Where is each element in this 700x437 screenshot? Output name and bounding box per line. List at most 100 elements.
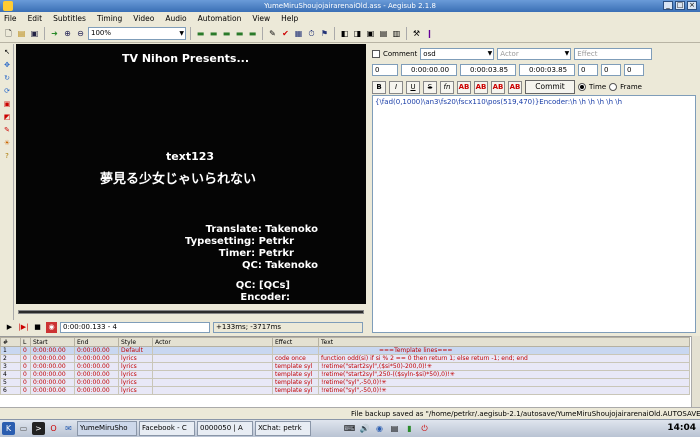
clip-tool-icon[interactable]: ◩ <box>2 112 12 122</box>
menu-help[interactable]: Help <box>281 12 298 25</box>
play-line-icon[interactable]: |▶| <box>18 322 29 333</box>
grid-scrollbar[interactable] <box>691 336 700 407</box>
margin-left-field[interactable]: 0 <box>578 64 598 76</box>
jump-to-icon[interactable]: ➜ <box>49 28 60 39</box>
table-row[interactable]: 3 0 0:00:00.00 0:00:00.00 lyrics template syl… <box>0 362 690 371</box>
grid-header-start[interactable]: Start <box>30 337 75 347</box>
grid-header-style[interactable]: Style <box>118 337 153 347</box>
menu-edit[interactable]: Edit <box>28 12 43 25</box>
new-file-icon[interactable]: 🗋 <box>3 28 14 39</box>
snap-start-icon[interactable]: ◧ <box>339 28 350 39</box>
snap-video-icon[interactable]: ▣ <box>365 28 376 39</box>
table-row[interactable]: 1 0 0:00:00.00 0:00:00.00 Default ===Template… <box>0 346 690 355</box>
grid-header-end[interactable]: End <box>74 337 119 347</box>
maximize-icon[interactable]: □ <box>675 1 685 10</box>
comment-checkbox[interactable] <box>372 50 380 58</box>
drag-tool-icon[interactable]: ✥ <box>2 60 12 70</box>
frame-radio[interactable] <box>609 83 618 91</box>
menu-timing[interactable]: Timing <box>97 12 122 25</box>
clipboard-icon[interactable]: ▤ <box>388 422 401 435</box>
layer-spinner[interactable]: 0 <box>372 64 398 76</box>
outline-color-button[interactable]: AB <box>491 80 505 94</box>
clock[interactable]: 14:04 <box>667 423 696 433</box>
end-time-field[interactable]: 0:00:03.85 <box>460 64 516 76</box>
menu-video[interactable]: Video <box>133 12 154 25</box>
timing-post-processor-icon[interactable]: ⏱ <box>306 28 317 39</box>
resample-icon[interactable]: ▦ <box>293 28 304 39</box>
terminal-icon[interactable]: > <box>32 422 45 435</box>
grid-header-actor[interactable]: Actor <box>152 337 273 347</box>
help-icon[interactable]: ? <box>2 151 12 161</box>
play-icon[interactable]: ▶ <box>4 322 15 333</box>
desktop-icon[interactable]: ▭ <box>17 422 30 435</box>
zoom-in-icon[interactable]: ⊕ <box>62 28 73 39</box>
close-icon[interactable]: × <box>687 1 697 10</box>
attachments-icon[interactable]: ▬ <box>221 28 232 39</box>
task-xchat[interactable]: XChat: petrk <box>255 421 311 436</box>
snap-end-icon[interactable]: ◨ <box>352 28 363 39</box>
kanji-timer-icon[interactable]: ⚑ <box>319 28 330 39</box>
table-row[interactable]: 5 0 0:00:00.00 0:00:00.00 lyrics template syl… <box>0 378 690 387</box>
fonts-collector-icon[interactable]: ▬ <box>234 28 245 39</box>
grid-header-text[interactable]: Text <box>318 337 690 347</box>
save-icon[interactable]: ▣ <box>29 28 40 39</box>
video-display[interactable]: TV Nihon Presents... text123 夢見る少女じゃいられな… <box>16 44 366 304</box>
task-aegisub[interactable]: YumeMiruSho <box>77 421 137 436</box>
stereo-icon[interactable]: ❙ <box>424 28 435 39</box>
properties-icon[interactable]: ▬ <box>208 28 219 39</box>
shift-to-frame-icon[interactable]: ▥ <box>391 28 402 39</box>
time-radio[interactable] <box>578 83 586 91</box>
subtitle-text-editor[interactable]: {\fad(0,1000)\an3\fs20\fscx110\pos(519,4… <box>372 95 696 333</box>
menu-file[interactable]: File <box>4 12 17 25</box>
options-icon[interactable]: ⚒ <box>411 28 422 39</box>
seek-track[interactable] <box>18 310 364 314</box>
keyboard-layout-icon[interactable]: ⌨ <box>343 422 356 435</box>
font-button[interactable]: fn <box>440 80 454 94</box>
grid-header-effect[interactable]: Effect <box>272 337 319 347</box>
grid-header-number[interactable]: # <box>0 337 21 347</box>
margin-right-field[interactable]: 0 <box>601 64 621 76</box>
strikeout-button[interactable]: S <box>423 80 437 94</box>
standard-tool-icon[interactable]: ↖ <box>2 47 12 57</box>
power-icon[interactable]: ⏻ <box>418 422 431 435</box>
shadow-color-button[interactable]: AB <box>508 80 522 94</box>
thunderbird-icon[interactable]: ✉ <box>62 422 75 435</box>
kde-menu-icon[interactable]: K <box>2 422 15 435</box>
rotate-xy-tool-icon[interactable]: ⟳ <box>2 86 12 96</box>
task-document[interactable]: 0000050 | A <box>197 421 253 436</box>
translation-icon[interactable]: ✎ <box>267 28 278 39</box>
grid-header-layer[interactable]: L <box>20 337 31 347</box>
start-time-field[interactable]: 0:00:00.00 <box>401 64 457 76</box>
menu-automation[interactable]: Automation <box>198 12 242 25</box>
styles-manager-icon[interactable]: ▬ <box>195 28 206 39</box>
video-time-field[interactable]: 0:00:00.133 - 4 <box>60 322 210 333</box>
bold-button[interactable]: B <box>372 80 386 94</box>
menu-subtitles[interactable]: Subtitles <box>53 12 86 25</box>
task-facebook[interactable]: Facebook - C <box>139 421 195 436</box>
minimize-icon[interactable]: _ <box>663 1 673 10</box>
table-row[interactable]: 2 0 0:00:00.00 0:00:00.00 lyrics code once fun… <box>0 354 690 363</box>
window-titlebar[interactable]: YumeMiruShoujojairarenaiOld.ass - Aegisu… <box>0 0 700 12</box>
rotate-z-tool-icon[interactable]: ↻ <box>2 73 12 83</box>
vector-clip-tool-icon[interactable]: ✎ <box>2 125 12 135</box>
opera-icon[interactable]: O <box>47 422 60 435</box>
italic-button[interactable]: I <box>389 80 403 94</box>
table-row[interactable]: 4 0 0:00:00.00 0:00:00.00 lyrics template syl… <box>0 370 690 379</box>
primary-color-button[interactable]: AB <box>457 80 471 94</box>
underline-button[interactable]: U <box>406 80 420 94</box>
realtime-icon[interactable]: ☀ <box>2 138 12 148</box>
margin-vertical-field[interactable]: 0 <box>624 64 644 76</box>
menu-view[interactable]: View <box>252 12 270 25</box>
table-row[interactable]: 6 0 0:00:00.00 0:00:00.00 lyrics template syl… <box>0 386 690 395</box>
zoom-out-icon[interactable]: ⊖ <box>75 28 86 39</box>
effect-field[interactable]: Effect <box>574 48 653 60</box>
volume-icon[interactable]: 🔊 <box>358 422 371 435</box>
stop-icon[interactable]: ■ <box>32 322 43 333</box>
scale-tool-icon[interactable]: ▣ <box>2 99 12 109</box>
style-select[interactable]: osd <box>420 48 495 60</box>
snap-scene-icon[interactable]: ▤ <box>378 28 389 39</box>
commit-button[interactable]: Commit <box>525 80 575 94</box>
automation-icon[interactable]: ▬ <box>247 28 258 39</box>
spell-check-icon[interactable]: ✔ <box>280 28 291 39</box>
zoom-select[interactable]: 100% <box>88 27 186 40</box>
